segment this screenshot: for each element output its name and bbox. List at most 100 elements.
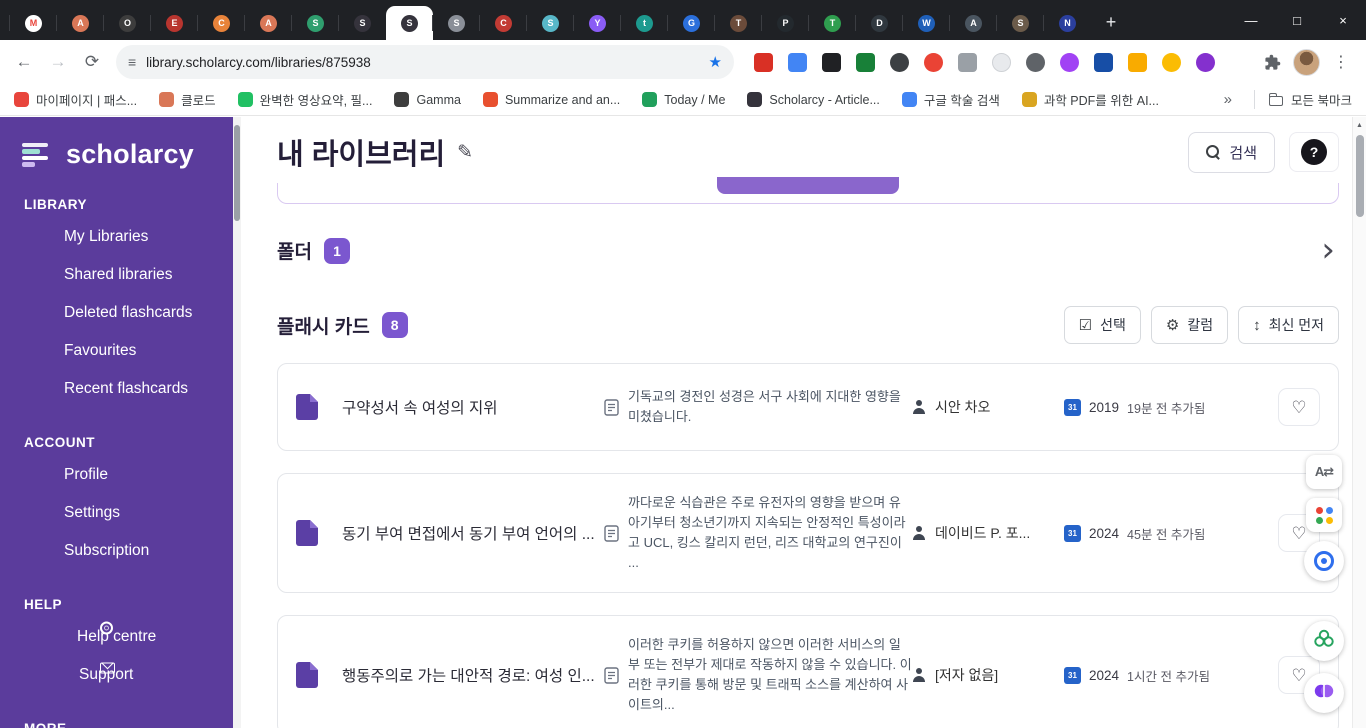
chevron-right-icon[interactable]: › (1321, 233, 1335, 267)
sidebar-item-profile[interactable]: Profile (0, 456, 233, 494)
edit-title-icon[interactable]: ✎ (457, 141, 473, 164)
extension-icon[interactable] (924, 52, 943, 72)
bookmark-star-icon[interactable]: ★ (709, 53, 722, 71)
site-info-icon[interactable]: ≡ (128, 55, 136, 69)
extension-icon[interactable] (1026, 52, 1045, 72)
browser-tab[interactable]: S (432, 6, 480, 40)
browser-tab[interactable]: M (9, 6, 57, 40)
page-scrollbar[interactable]: ▲ (1352, 117, 1366, 728)
browser-tab-active[interactable]: S (386, 6, 433, 40)
browser-tab[interactable]: N (1043, 6, 1091, 40)
browser-tab[interactable]: T (808, 6, 856, 40)
extension-icon[interactable] (958, 52, 977, 72)
browser-tab[interactable]: S (338, 6, 386, 40)
sidebar-item-settings[interactable]: Settings (0, 494, 233, 532)
browser-tab[interactable]: S (291, 6, 339, 40)
browser-tab[interactable]: W (902, 6, 950, 40)
address-bar[interactable]: ≡ library.scholarcy.com/libraries/875938… (116, 45, 734, 79)
browser-tab[interactable]: D (855, 6, 903, 40)
browser-tab[interactable]: O (103, 6, 151, 40)
assistant-button[interactable] (1304, 621, 1344, 661)
sidebar-item-recent-flashcards[interactable]: Recent flashcards (0, 370, 233, 408)
help-button[interactable]: ? (1289, 132, 1339, 172)
sidebar-item-favourites[interactable]: Favourites (0, 332, 233, 370)
extension-icon[interactable] (890, 52, 909, 72)
extension-icon[interactable] (1128, 52, 1147, 72)
bookmark-item[interactable]: 구글 학술 검색 (901, 90, 1000, 109)
extension-icon[interactable] (1162, 52, 1181, 72)
browser-menu-icon[interactable]: ⋮ (1332, 52, 1350, 72)
columns-button[interactable]: ⚙ 칼럼 (1150, 306, 1229, 345)
sidebar-scrollbar[interactable] (233, 117, 241, 728)
extension-icon[interactable] (1094, 52, 1113, 72)
mindmap-button[interactable] (1304, 673, 1344, 713)
extension-icon[interactable] (822, 52, 841, 72)
bookmark-item[interactable]: Gamma (394, 92, 461, 107)
bookmarks-overflow-icon[interactable]: » (1224, 91, 1232, 108)
url-text[interactable]: library.scholarcy.com/libraries/875938 (146, 55, 698, 70)
browser-tab[interactable]: T (714, 6, 762, 40)
browser-tab[interactable]: E (150, 6, 198, 40)
bookmark-item[interactable]: 과학 PDF를 위한 AI... (1021, 90, 1159, 109)
sidebar-scrollbar-thumb[interactable] (234, 125, 240, 221)
flashcard-title[interactable]: 구약성서 속 여성의 지위 (342, 396, 604, 418)
extension-icon[interactable] (754, 52, 773, 72)
upload-panel-button-cutoff[interactable] (717, 177, 899, 194)
browser-tab[interactable]: P (761, 6, 809, 40)
bookmark-item[interactable]: 완벽한 영상요약, 필... (237, 90, 372, 109)
sidebar-item-my-libraries[interactable]: My Libraries (0, 218, 233, 256)
bookmark-item[interactable]: 마이페이지 | 패스... (14, 90, 137, 109)
sidebar-item-subscription[interactable]: Subscription (0, 532, 233, 570)
browser-tab[interactable]: C (479, 6, 527, 40)
sidebar-item-help-centre[interactable]: Help centre (0, 618, 233, 656)
tab-favicon: D (871, 14, 888, 32)
sidebar-item-shared-libraries[interactable]: Shared libraries (0, 256, 233, 294)
folders-section-header[interactable]: 폴더 1 › (277, 233, 1339, 267)
extension-icon[interactable] (856, 52, 875, 72)
reload-icon[interactable]: ⟳ (78, 48, 106, 76)
extension-icon[interactable] (1060, 52, 1079, 72)
browser-tab[interactable]: A (56, 6, 104, 40)
back-icon[interactable]: ← (10, 48, 38, 76)
browser-tab[interactable]: A (244, 6, 292, 40)
flashcard-title[interactable]: 행동주의로 가는 대안적 경로: 여성 인... (342, 664, 604, 686)
browser-tab[interactable]: t (620, 6, 668, 40)
browser-tab[interactable]: C (197, 6, 245, 40)
flashcard-row[interactable]: 행동주의로 가는 대안적 경로: 여성 인... 이러한 쿠키를 허용하지 않으… (277, 615, 1339, 728)
sidebar-item-support[interactable]: Support (0, 656, 233, 694)
maximize-button[interactable]: □ (1274, 0, 1320, 40)
browser-tab[interactable]: G (667, 6, 715, 40)
browser-tab[interactable]: S (996, 6, 1044, 40)
flashcard-row[interactable]: 동기 부여 면접에서 동기 부여 언어의 ... 까다로운 식습관은 주로 유전… (277, 473, 1339, 594)
all-bookmarks-button[interactable]: 모든 북마크 (1254, 90, 1352, 109)
search-button[interactable]: 검색 (1188, 131, 1275, 173)
select-button[interactable]: ☑ 선택 (1063, 306, 1141, 345)
minimize-button[interactable]: — (1228, 0, 1274, 40)
page-scrollbar-thumb[interactable] (1356, 135, 1364, 217)
extension-icon[interactable] (788, 52, 807, 72)
color-grid-button[interactable] (1306, 498, 1342, 532)
favourite-button[interactable]: ♡ (1278, 388, 1320, 427)
new-tab-button[interactable]: + (1097, 8, 1125, 36)
bookmark-item[interactable]: Summarize and an... (482, 92, 620, 107)
bookmark-item[interactable]: 클로드 (159, 90, 216, 109)
translate-button[interactable]: A⇄ (1306, 455, 1342, 489)
sidebar-item-deleted-flashcards[interactable]: Deleted flashcards (0, 294, 233, 332)
close-button[interactable]: × (1320, 0, 1366, 40)
flashcard-row[interactable]: 구약성서 속 여성의 지위 기독교의 경전인 성경은 서구 사회에 지대한 영향… (277, 363, 1339, 452)
browser-tab[interactable]: Y (573, 6, 621, 40)
browser-tab[interactable]: A (949, 6, 997, 40)
sort-button[interactable]: ↕ 최신 먼저 (1238, 306, 1339, 345)
browser-tab[interactable]: S (526, 6, 574, 40)
extension-icon[interactable] (1196, 52, 1215, 72)
extension-icon[interactable] (992, 52, 1011, 72)
scholarcy-logo[interactable]: scholarcy (0, 139, 233, 170)
profile-avatar[interactable] (1293, 48, 1320, 76)
extensions-puzzle-icon[interactable] (1264, 54, 1281, 71)
bookmark-item[interactable]: Today / Me (642, 92, 725, 107)
flashcard-title[interactable]: 동기 부여 면접에서 동기 부여 언어의 ... (342, 522, 604, 544)
scroll-up-icon[interactable]: ▲ (1353, 117, 1366, 129)
bookmark-item[interactable]: Scholarcy - Article... (747, 92, 880, 107)
focus-button[interactable] (1304, 541, 1344, 581)
forward-icon[interactable]: → (44, 48, 72, 76)
